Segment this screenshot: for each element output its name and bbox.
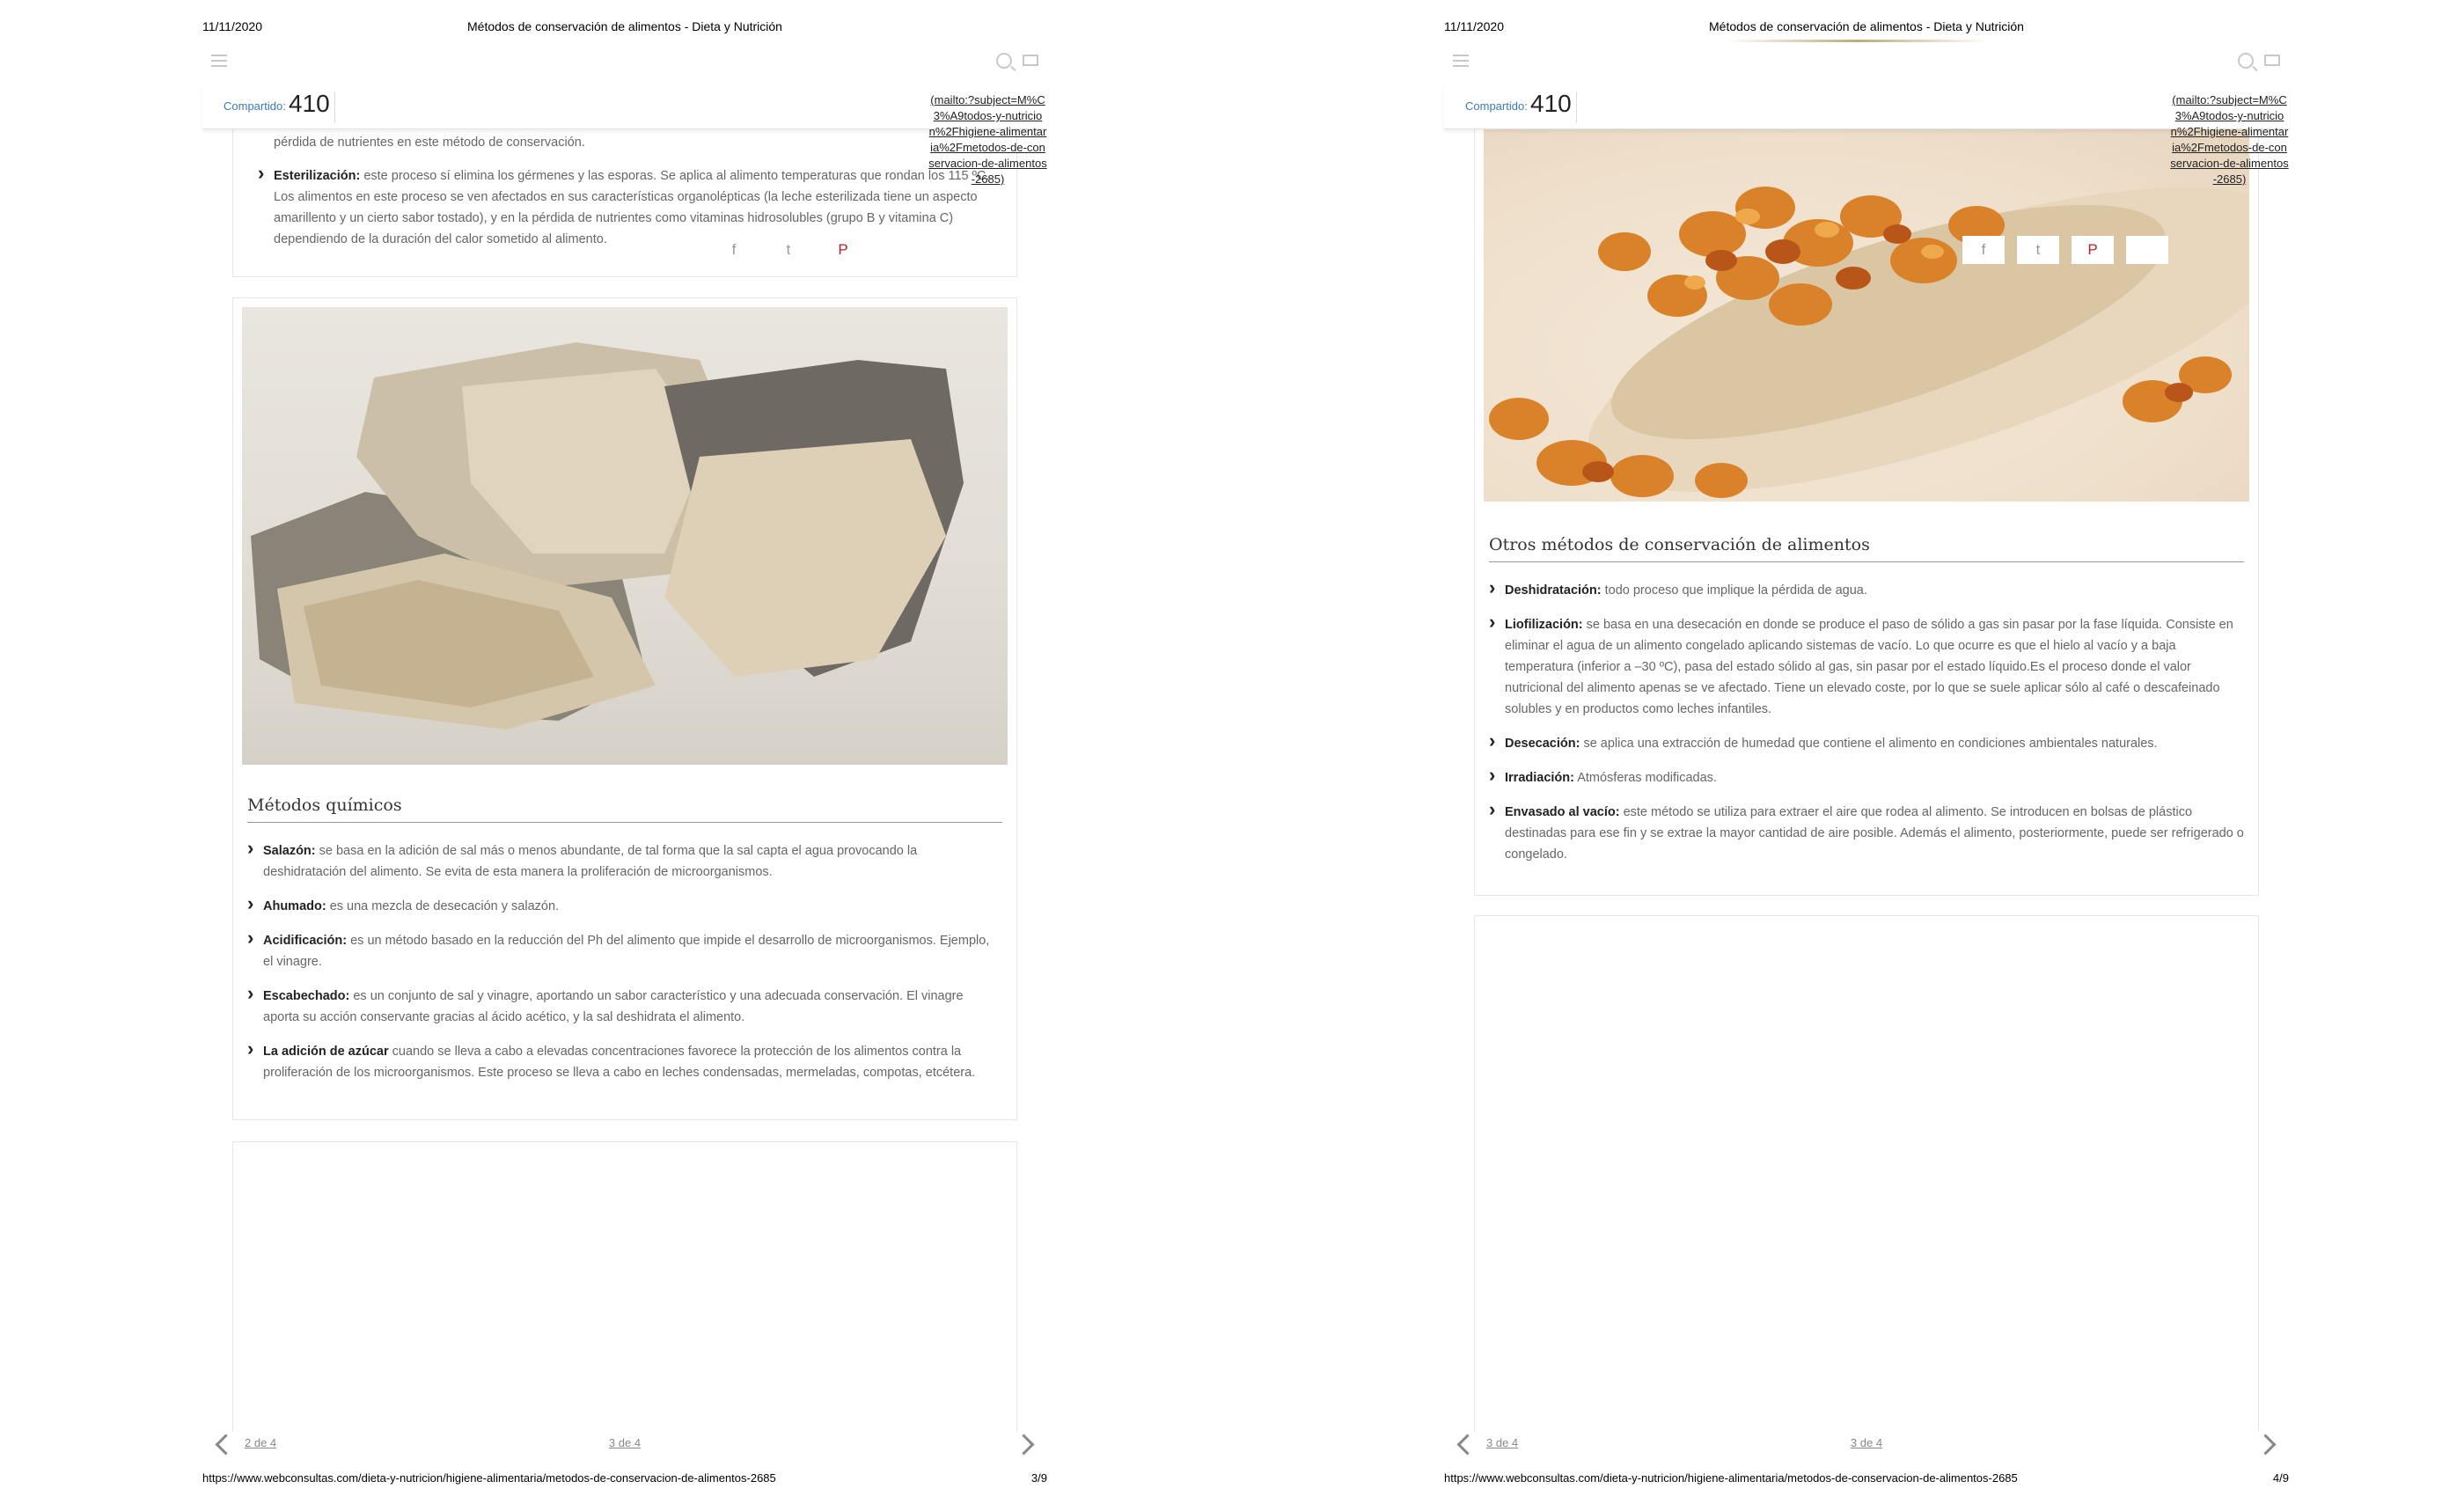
print-title: Métodos de conservación de alimentos - D… [467,19,782,33]
pagination-bar: 2 de 4 3 de 4 [202,1430,1047,1465]
share-label: Compartido: [224,99,286,113]
item-label: Ahumado: [263,899,326,913]
raisins-image [1484,128,2249,502]
item-text: se basa en la adición de sal más o menos… [263,844,918,879]
social-share: f t P [713,236,864,264]
item-text: todo proceso que implique la pérdida de … [1601,583,1867,598]
list-item: Escabechado: es un conjunto de sal y vin… [247,983,1002,1028]
decorative-line [1726,40,1990,42]
ad-placeholder [1474,915,2259,1432]
print-page-4: 11/11/2020 Métodos de conservación de al… [1444,0,2289,1496]
item-label: Esterilización: [274,169,361,183]
item-label: Desecación: [1505,737,1580,751]
share-label: Compartido: [1465,99,1528,113]
print-page-3: 11/11/2020 Métodos de conservación de al… [202,0,1047,1496]
page-number: 3/9 [1030,1471,1047,1485]
item-label: Deshidratación: [1505,583,1602,598]
item-text: Atmósferas modificadas. [1573,771,1717,785]
search-icon[interactable] [996,53,1012,69]
current-page-link[interactable]: 3 de 4 [1444,1436,2289,1449]
current-page-link[interactable]: 3 de 4 [202,1436,1047,1449]
cod-illustration [251,342,964,730]
facebook-icon[interactable]: f [1962,236,2005,264]
cod-image [242,307,1008,765]
item-label: Escabechado: [263,989,350,1003]
item-label: Acidificación: [263,934,348,948]
list-item: Ahumado: es una mezcla de desecación y s… [247,893,1002,917]
pinterest-icon[interactable]: P [2072,236,2114,264]
pagination-bar: 3 de 4 3 de 4 [1444,1430,2289,1465]
share-bar: Compartido: 410 [1444,84,2289,129]
pinterest-icon[interactable]: P [822,236,864,264]
share-divider [1576,92,1577,123]
item-label: Salazón: [263,844,316,858]
twitter-icon[interactable]: t [767,236,810,264]
mailto-link[interactable]: (mailto:?subject=M%C3%A9todos-y-nutricio… [2170,92,2289,187]
print-header: 11/11/2020 Métodos de conservación de al… [202,19,1047,37]
share-divider [334,92,335,123]
raisins-illustration [1489,187,2249,498]
twitter-icon[interactable]: t [2017,236,2059,264]
share-bar: Compartido: 410 [202,84,1047,129]
item-label: Irradiación: [1505,771,1574,785]
item-text: es una mezcla de desecación y salazón. [326,899,560,913]
print-header: 11/11/2020 Métodos de conservación de al… [1444,19,2289,37]
share-count: 410 [1530,90,1572,117]
item-text: se aplica una extracción de humedad que … [1580,737,2158,751]
list-item: La adición de azúcar cuando se lleva a c… [247,1038,1002,1083]
print-title: Métodos de conservación de alimentos - D… [1709,19,2024,33]
list-item: Envasado al vacío: este método se utiliz… [1489,799,2244,865]
article-card-top: pérdida de nutrientes en este método de … [232,123,1017,277]
mailto-link[interactable]: (mailto:?subject=M%C3%A9todos-y-nutricio… [928,92,1047,187]
site-topbar [202,46,1047,81]
list-item: Salazón: se basa en la adición de sal má… [247,838,1002,883]
menu-icon[interactable] [211,55,227,67]
menu-icon[interactable] [1453,55,1469,67]
section-title: Métodos químicos [247,796,1002,823]
page-number: 4/9 [2272,1471,2289,1485]
mail-icon[interactable] [2264,55,2280,66]
item-text: es un método basado en la reducción del … [263,934,990,969]
facebook-icon[interactable]: f [713,236,755,264]
search-icon[interactable] [2238,53,2254,69]
section-content: Otros métodos de conservación de aliment… [1489,535,2244,878]
item-label: La adición de azúcar [263,1045,389,1059]
list-item: Acidificación: es un método basado en la… [247,928,1002,972]
ad-placeholder [232,1141,1017,1432]
text-fragment: pérdida de nutrientes en este método de … [274,136,585,150]
footer-url: https://www.webconsultas.com/dieta-y-nut… [202,1471,776,1485]
footer-url: https://www.webconsultas.com/dieta-y-nut… [1444,1471,2018,1485]
item-text: este proceso sí elimina los gérmenes y l… [274,169,990,246]
item-text: se basa en una desecación en donde se pr… [1505,618,2233,716]
item-text: es un conjunto de sal y vinagre, aportan… [263,989,964,1024]
social-share: f t P [1962,236,2168,264]
mail-icon[interactable] [1023,55,1038,66]
section-content: Métodos químicos Salazón: se basa en la … [247,796,1002,1096]
site-topbar [1444,46,2289,81]
item-label: Envasado al vacío: [1505,805,1620,819]
list-item: Esterilización: este proceso sí elimina … [258,163,990,250]
article-card-quimicos: Métodos químicos Salazón: se basa en la … [232,297,1017,1120]
list-item: Irradiación: Atmósferas modificadas. [1489,765,2244,788]
share-count: 410 [289,90,330,117]
item-label: Liofilización: [1505,618,1583,632]
list-item: Deshidratación: todo proceso que impliqu… [1489,577,2244,601]
list-item: Desecación: se aplica una extracción de … [1489,730,2244,754]
list-item: Liofilización: se basa en una desecación… [1489,612,2244,720]
share-more-button[interactable] [2126,236,2168,264]
section-title: Otros métodos de conservación de aliment… [1489,535,2244,562]
